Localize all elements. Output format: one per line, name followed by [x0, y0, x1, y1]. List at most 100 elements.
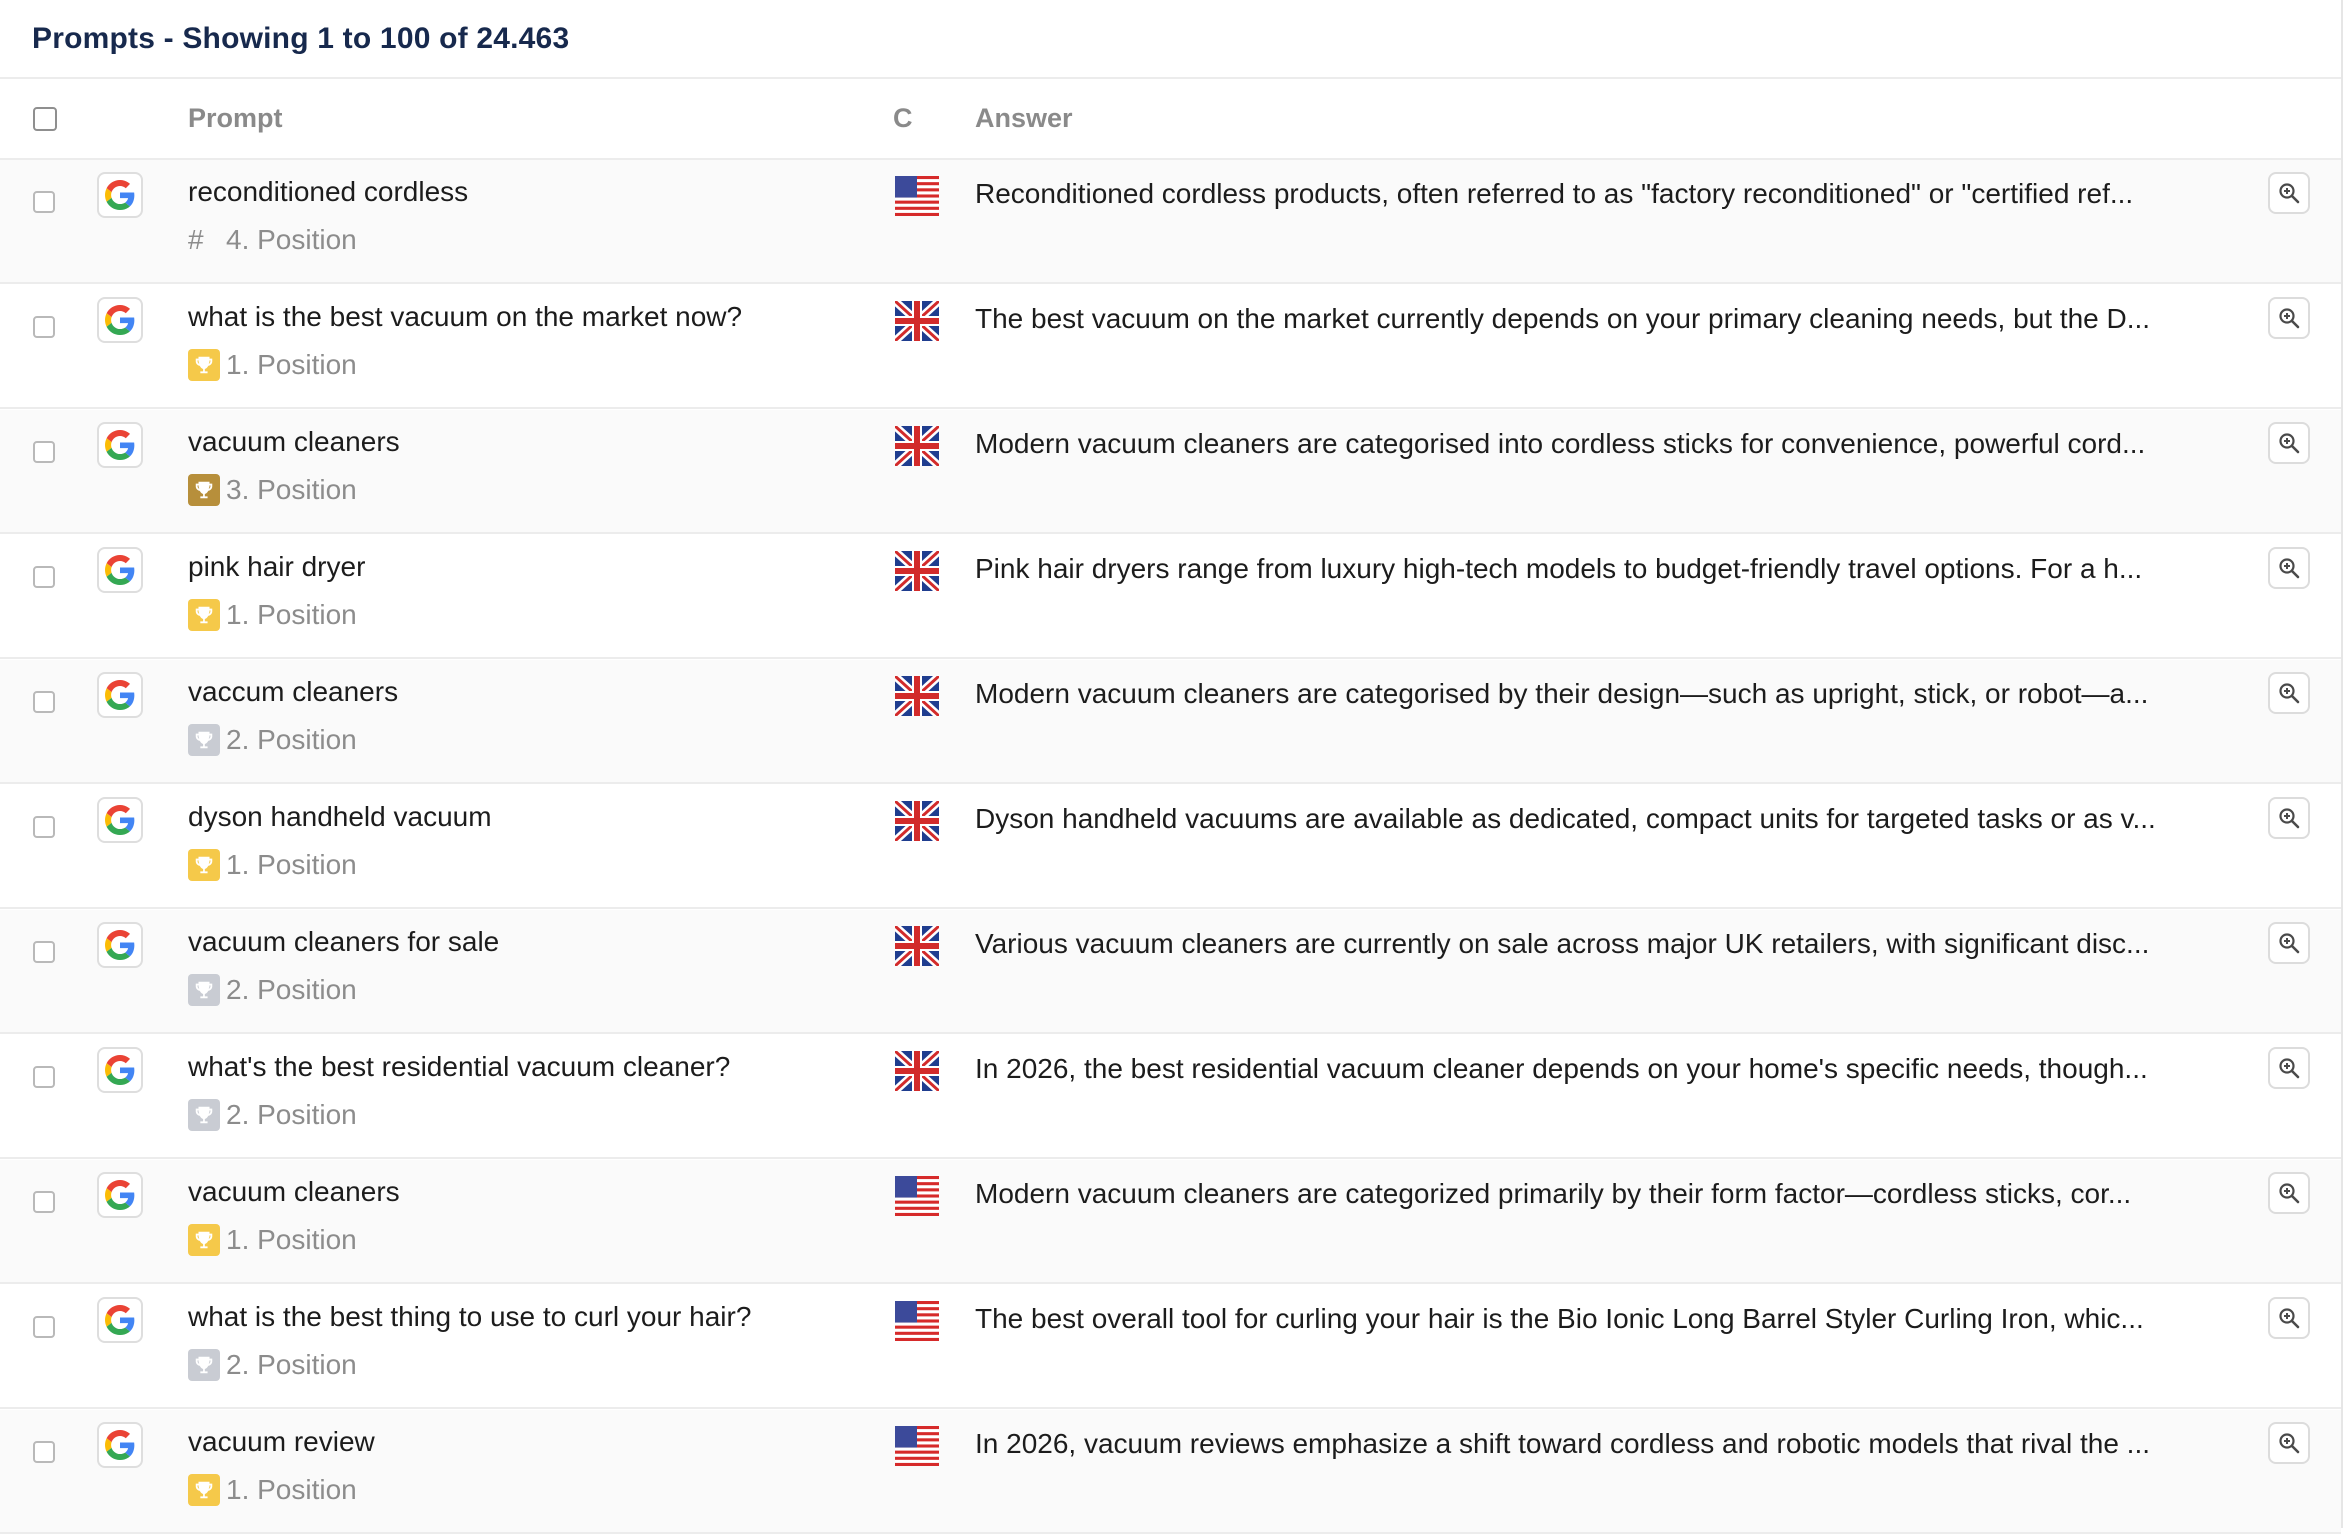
hash-icon: # [188, 224, 204, 255]
answer-text: In 2026, vacuum reviews emphasize a shif… [975, 1428, 2151, 1459]
row-checkbox[interactable] [33, 316, 55, 338]
table-row[interactable]: vaccum cleaners 2. Position Modern vacuum … [0, 660, 2341, 784]
zoom-in-button[interactable] [2268, 1422, 2310, 1464]
google-icon [97, 1422, 143, 1468]
table-row[interactable]: vacuum cleaners 3. Position Modern vacuum … [0, 410, 2341, 534]
magnifier-icon [2277, 181, 2301, 205]
google-icon [97, 297, 143, 343]
position-indicator: 2. Position [188, 974, 357, 1006]
prompt-text[interactable]: what is the best thing to use to curl yo… [188, 1301, 751, 1333]
uk-flag-icon [892, 298, 942, 344]
select-all-checkbox[interactable] [33, 107, 57, 131]
table-row[interactable]: pink hair dryer 1. Position Pink hair drye… [0, 535, 2341, 659]
zoom-in-button[interactable] [2268, 297, 2310, 339]
us-flag-icon [895, 1426, 939, 1466]
position-label: 4. Position [226, 224, 357, 255]
row-checkbox[interactable] [33, 566, 55, 588]
position-label: 2. Position [226, 1349, 357, 1380]
zoom-in-button[interactable] [2268, 1297, 2310, 1339]
row-checkbox[interactable] [33, 441, 55, 463]
zoom-in-button[interactable] [2268, 797, 2310, 839]
position-indicator: 1. Position [188, 1224, 357, 1256]
answer-text: The best vacuum on the market currently … [975, 303, 2151, 334]
position-indicator: 1. Position [188, 599, 357, 631]
prompt-text[interactable]: vacuum review [188, 1426, 375, 1458]
answer-text: Modern vacuum cleaners are categorised b… [975, 678, 2149, 709]
row-checkbox[interactable] [33, 1191, 55, 1213]
magnifier-icon [2277, 306, 2301, 330]
zoom-in-button[interactable] [2268, 172, 2310, 214]
row-checkbox[interactable] [33, 816, 55, 838]
row-checkbox[interactable] [33, 1066, 55, 1088]
answer-text: In 2026, the best residential vacuum cle… [975, 1053, 2148, 1084]
prompt-text[interactable]: dyson handheld vacuum [188, 801, 492, 833]
magnifier-icon [2277, 1306, 2301, 1330]
answer-text: Pink hair dryers range from luxury high-… [975, 553, 2143, 584]
prompt-text[interactable]: vacuum cleaners [188, 426, 400, 458]
magnifier-icon [2277, 431, 2301, 455]
row-checkbox[interactable] [33, 941, 55, 963]
prompt-text[interactable]: pink hair dryer [188, 551, 365, 583]
position-indicator: 1. Position [188, 1474, 357, 1506]
us-flag-icon [895, 1176, 939, 1216]
zoom-in-button[interactable] [2268, 547, 2310, 589]
zoom-in-button[interactable] [2268, 1172, 2310, 1214]
google-icon [97, 797, 143, 843]
position-label: 1. Position [226, 1474, 357, 1505]
column-header-country[interactable]: C [893, 79, 913, 158]
position-label: 1. Position [226, 349, 357, 380]
position-label: 2. Position [226, 974, 357, 1005]
google-icon [97, 1047, 143, 1093]
uk-flag-icon [892, 798, 942, 844]
answer-text: Reconditioned cordless products, often r… [975, 178, 2134, 209]
prompt-text[interactable]: vacuum cleaners [188, 1176, 400, 1208]
column-header-answer[interactable]: Answer [975, 79, 1073, 158]
trophy-silver-icon [188, 974, 220, 1006]
table-row[interactable]: what is the best vacuum on the market no… [0, 285, 2341, 409]
table-row[interactable]: vacuum cleaners 1. Position Modern vacuum … [0, 1160, 2341, 1284]
zoom-in-button[interactable] [2268, 1047, 2310, 1089]
magnifier-icon [2277, 556, 2301, 580]
table-row[interactable]: what's the best residential vacuum clean… [0, 1035, 2341, 1159]
prompt-text[interactable]: vaccum cleaners [188, 676, 398, 708]
zoom-in-button[interactable] [2268, 672, 2310, 714]
answer-text: Various vacuum cleaners are currently on… [975, 928, 2150, 959]
magnifier-icon [2277, 1181, 2301, 1205]
position-indicator: 2. Position [188, 724, 357, 756]
magnifier-icon [2277, 806, 2301, 830]
google-icon [97, 422, 143, 468]
google-icon [97, 1172, 143, 1218]
prompt-text[interactable]: reconditioned cordless [188, 176, 468, 208]
uk-flag-icon [892, 673, 942, 719]
position-indicator: 1. Position [188, 849, 357, 881]
row-checkbox[interactable] [33, 1316, 55, 1338]
zoom-in-button[interactable] [2268, 422, 2310, 464]
uk-flag-icon [892, 1048, 942, 1094]
row-checkbox[interactable] [33, 691, 55, 713]
table-row[interactable]: vacuum review 1. Position In 2026, vacuum … [0, 1410, 2341, 1534]
position-label: 1. Position [226, 1224, 357, 1255]
answer-text: The best overall tool for curling your h… [975, 1303, 2144, 1334]
table-row[interactable]: vacuum cleaners for sale 2. Position Vario… [0, 910, 2341, 1034]
row-checkbox[interactable] [33, 1441, 55, 1463]
trophy-gold-icon [188, 1224, 220, 1256]
row-checkbox[interactable] [33, 191, 55, 213]
position-label: 2. Position [226, 1099, 357, 1130]
magnifier-icon [2277, 1431, 2301, 1455]
position-indicator: 3. Position [188, 474, 357, 506]
trophy-silver-icon [188, 724, 220, 756]
table-row[interactable]: dyson handheld vacuum 1. Position Dyson ha… [0, 785, 2341, 909]
table-row[interactable]: reconditioned cordless #4. Position Recond… [0, 160, 2341, 284]
google-icon [97, 172, 143, 218]
us-flag-icon [895, 1301, 939, 1341]
magnifier-icon [2277, 1056, 2301, 1080]
prompt-text[interactable]: what is the best vacuum on the market no… [188, 301, 742, 333]
panel-header: Prompts - Showing 1 to 100 of 24.463 [0, 0, 2341, 79]
zoom-in-button[interactable] [2268, 922, 2310, 964]
google-icon [97, 1297, 143, 1343]
trophy-gold-icon [188, 1474, 220, 1506]
prompt-text[interactable]: vacuum cleaners for sale [188, 926, 499, 958]
table-row[interactable]: what is the best thing to use to curl yo… [0, 1285, 2341, 1409]
column-header-prompt[interactable]: Prompt [188, 79, 283, 158]
prompt-text[interactable]: what's the best residential vacuum clean… [188, 1051, 730, 1083]
